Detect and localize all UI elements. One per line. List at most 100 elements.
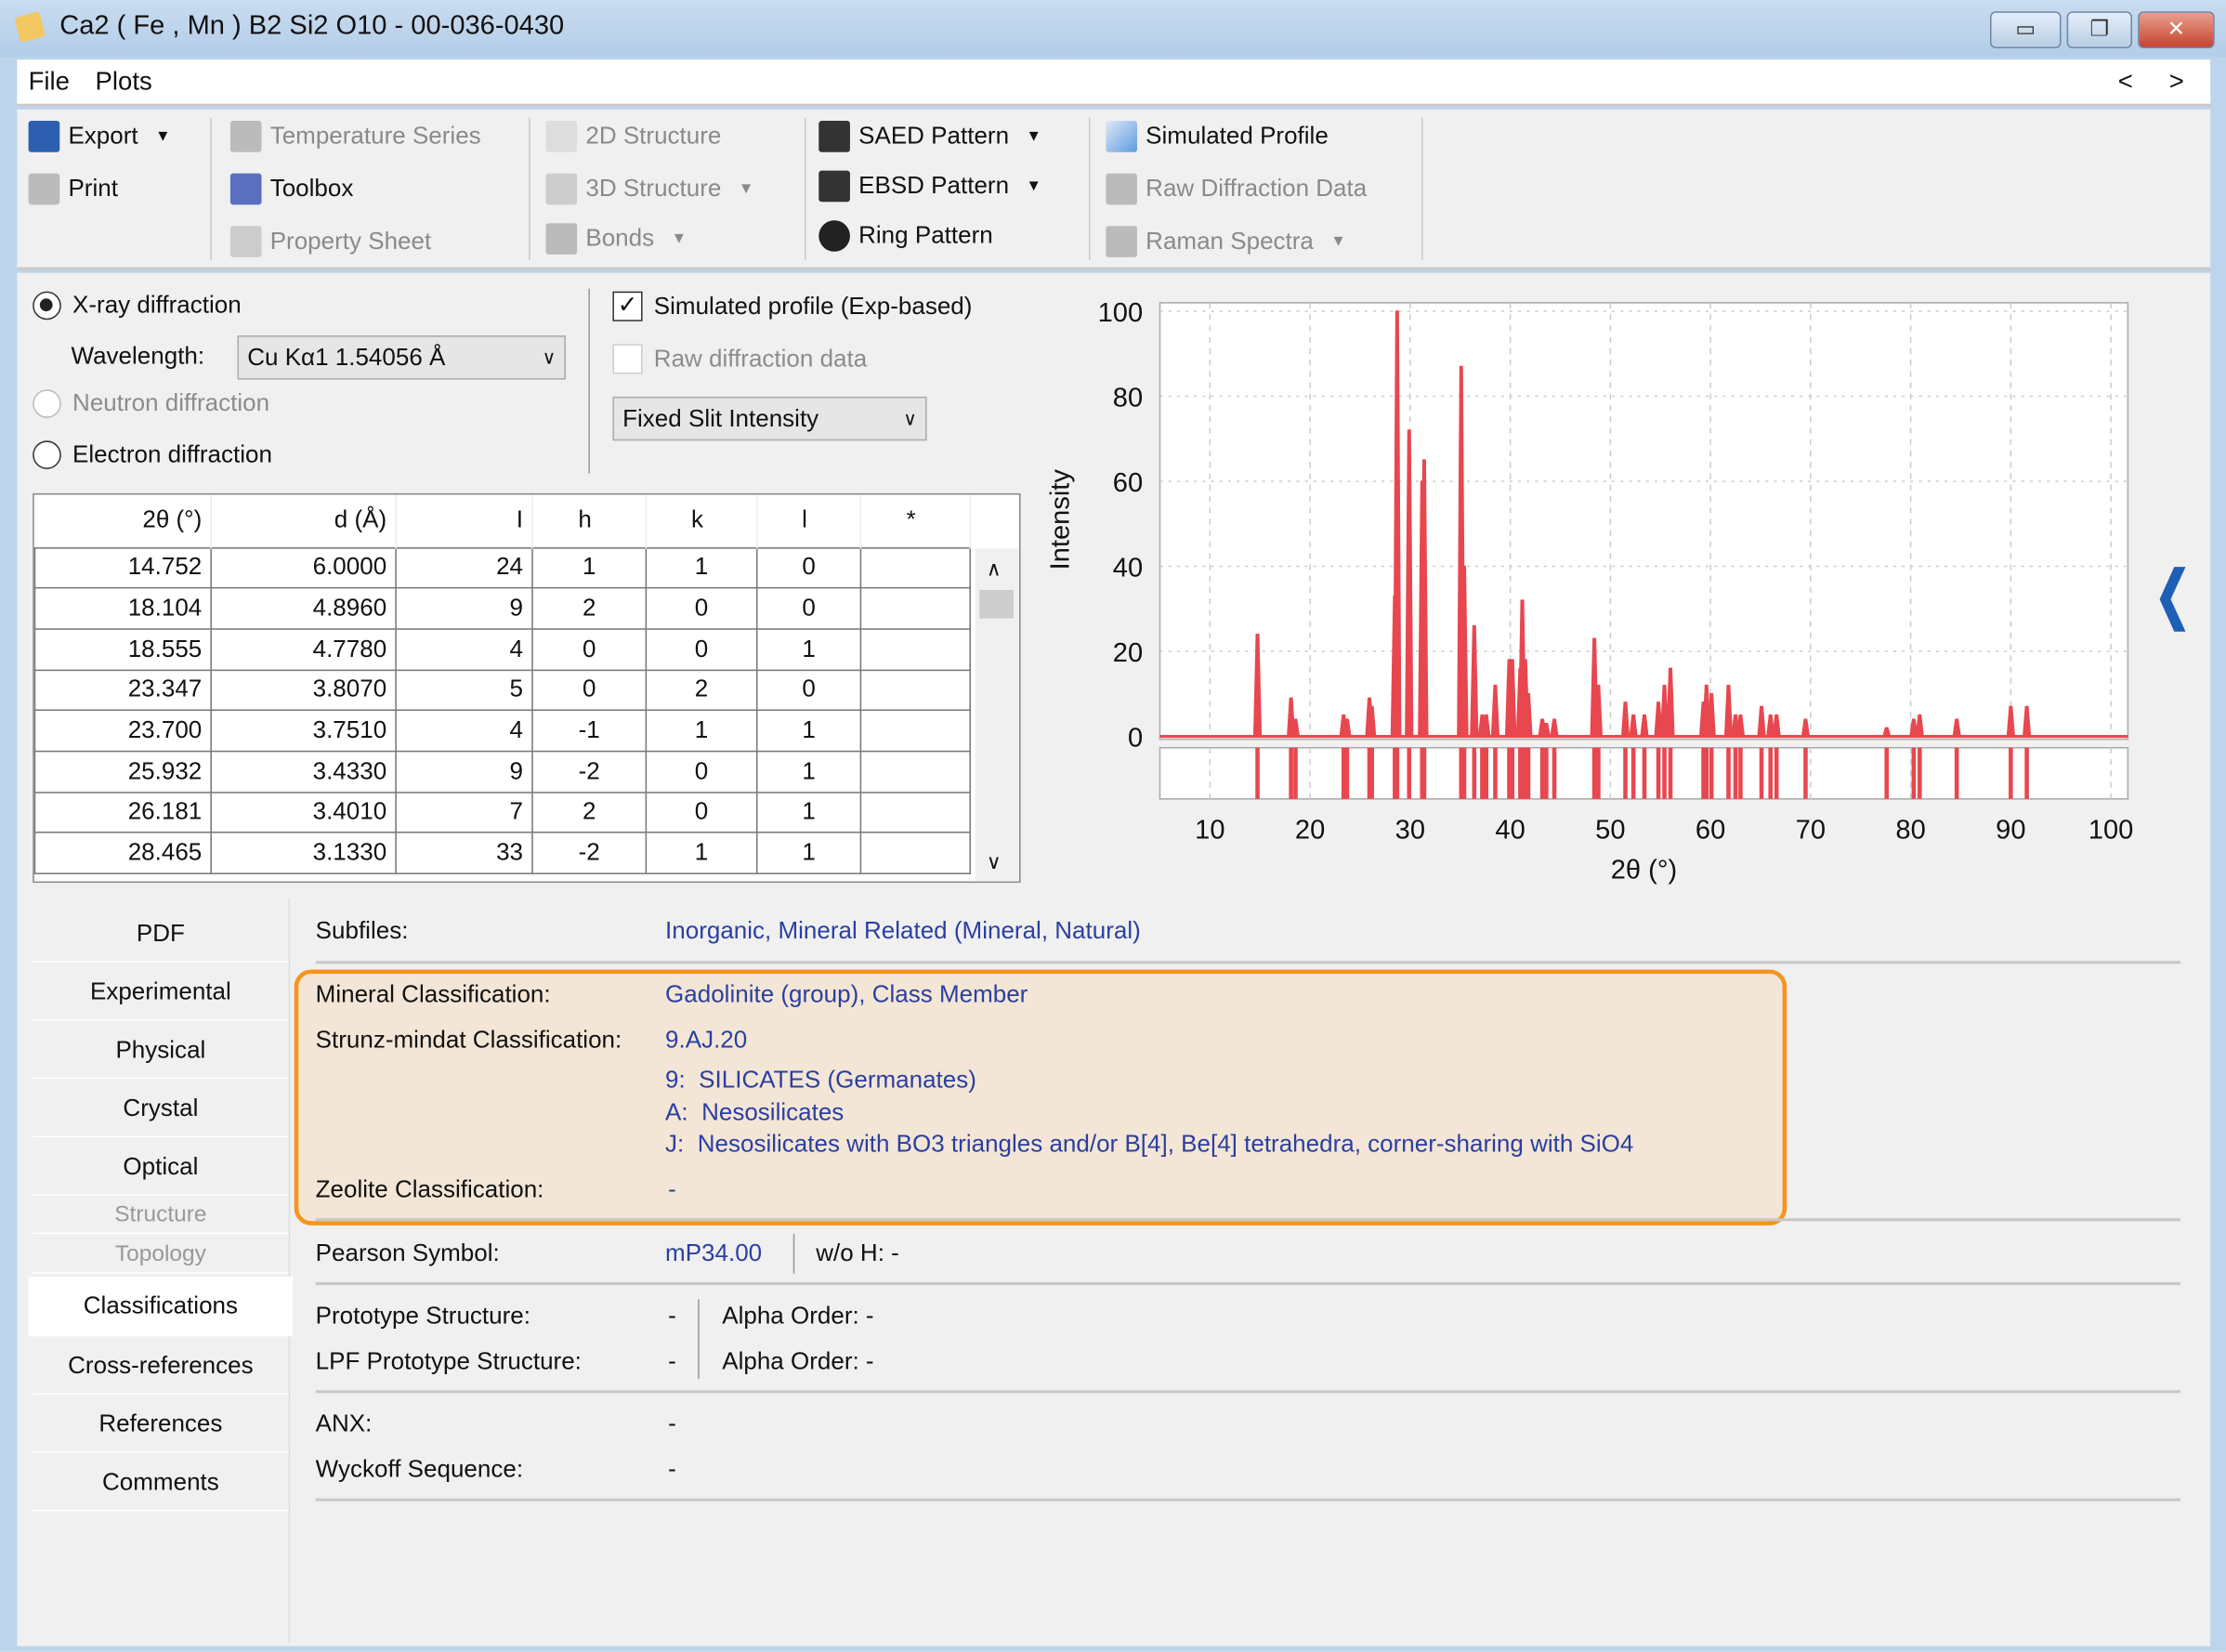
mineral-classification-value[interactable]: Gadolinite (group), Class Member bbox=[665, 981, 1028, 1010]
tab-topology[interactable]: Topology bbox=[33, 1237, 289, 1274]
table-row[interactable]: 18.104 4.8960 9 2 0 0 bbox=[33, 587, 971, 630]
column-header[interactable]: I bbox=[396, 494, 533, 548]
table-cell bbox=[859, 668, 971, 712]
document-icon bbox=[229, 121, 262, 152]
intensity-mode-value: Fixed Slit Intensity bbox=[622, 404, 819, 432]
electron-radio[interactable]: Electron diffraction bbox=[33, 440, 272, 469]
table-cell: 1 bbox=[755, 750, 862, 793]
bonds-icon bbox=[545, 223, 578, 255]
tab-cross-references[interactable]: Cross-references bbox=[33, 1337, 289, 1395]
subfiles-label: Subfiles: bbox=[315, 916, 409, 944]
tab-structure[interactable]: Structure bbox=[33, 1197, 289, 1235]
xray-radio[interactable]: X-ray diffraction bbox=[33, 291, 242, 321]
table-cell: 14.752 bbox=[33, 546, 212, 589]
table-cell: 0 bbox=[531, 668, 648, 712]
tab-optical[interactable]: Optical bbox=[33, 1138, 289, 1196]
tab-physical[interactable]: Physical bbox=[33, 1022, 289, 1080]
x-tick-label: 10 bbox=[1195, 816, 1224, 846]
maximize-button[interactable]: ❐ bbox=[2066, 11, 2132, 49]
toolbox-button[interactable]: Toolbox bbox=[229, 173, 353, 205]
raman-spectra-button[interactable]: Raman Spectra ▼ bbox=[1106, 226, 1346, 257]
ring-pattern-button[interactable]: Ring Pattern bbox=[818, 220, 993, 252]
ebsd-pattern-button[interactable]: EBSD Pattern ▼ bbox=[818, 170, 1041, 203]
table-cell bbox=[859, 628, 971, 671]
raw-data-label: Raw diffraction data bbox=[653, 345, 868, 373]
column-header[interactable]: * bbox=[860, 494, 971, 548]
intensity-mode-select[interactable]: Fixed Slit Intensity ∨ bbox=[612, 396, 927, 441]
table-cell: 1 bbox=[755, 628, 862, 671]
table-cell bbox=[859, 832, 971, 874]
prev-button[interactable]: < bbox=[2118, 67, 2133, 97]
tab-references[interactable]: References bbox=[33, 1396, 289, 1453]
table-row[interactable]: 14.752 6.0000 24 1 1 0 bbox=[33, 546, 971, 589]
3d-structure-button[interactable]: 3D Structure ▼ bbox=[545, 173, 753, 205]
simulated-profile-button[interactable]: Simulated Profile bbox=[1106, 121, 1329, 152]
table-cell: 24 bbox=[395, 546, 533, 589]
column-header[interactable]: d (Å) bbox=[211, 494, 397, 548]
menu-file[interactable]: File bbox=[29, 67, 70, 97]
saed-icon bbox=[818, 121, 850, 152]
divider bbox=[588, 288, 590, 474]
table-cell: 0 bbox=[755, 546, 862, 589]
minimize-button[interactable]: ▭ bbox=[1990, 11, 2062, 49]
sheet-icon bbox=[229, 226, 262, 257]
table-row[interactable]: 18.555 4.7780 4 0 0 1 bbox=[33, 628, 971, 671]
zeolite-value: - bbox=[668, 1175, 676, 1203]
table-row[interactable]: 23.347 3.8070 5 0 2 0 bbox=[33, 668, 971, 712]
table-cell: 23.347 bbox=[33, 668, 212, 712]
wavelength-select[interactable]: Cu Kα1 1.54056 Å ∨ bbox=[237, 335, 566, 380]
raw-data-checkbox[interactable]: Raw diffraction data bbox=[612, 344, 867, 374]
tab-crystal[interactable]: Crystal bbox=[33, 1080, 289, 1137]
prototype-label: Prototype Structure: bbox=[315, 1302, 530, 1330]
column-header[interactable]: k bbox=[646, 494, 758, 548]
tab-pdf[interactable]: PDF bbox=[33, 905, 289, 963]
bonds-button[interactable]: Bonds ▼ bbox=[545, 223, 687, 255]
table-cell: 1 bbox=[755, 709, 862, 753]
column-header[interactable]: l bbox=[756, 494, 862, 548]
table-row[interactable]: 28.465 3.1330 33 -2 1 1 bbox=[33, 832, 971, 874]
plot-area bbox=[1159, 302, 2129, 741]
table-cell: 0 bbox=[645, 587, 758, 630]
window-title: Ca2 ( Fe , Mn ) B2 Si2 O10 - 00-036-0430 bbox=[59, 11, 565, 42]
raw-diffraction-button[interactable]: Raw Diffraction Data bbox=[1106, 173, 1367, 205]
chevron-down-icon: ▼ bbox=[1026, 127, 1042, 146]
table-row[interactable]: 26.181 3.4010 7 2 0 1 bbox=[33, 791, 971, 834]
scroll-down-icon[interactable]: ∨ bbox=[987, 850, 1002, 874]
save-icon bbox=[28, 121, 60, 152]
temperature-series-button[interactable]: Temperature Series bbox=[229, 121, 481, 152]
menu-plots[interactable]: Plots bbox=[96, 67, 152, 97]
strunz-class-line: 9: SILICATES (Germanates) bbox=[665, 1066, 976, 1094]
chart-icon bbox=[1106, 173, 1137, 205]
export-button[interactable]: Export ▼ bbox=[28, 121, 171, 152]
y-tick-label: 60 bbox=[1113, 468, 1143, 498]
x-tick-label: 70 bbox=[1796, 816, 1826, 846]
table-cell: 0 bbox=[755, 668, 862, 712]
table-cell: 3.1330 bbox=[210, 832, 397, 874]
chevron-down-icon: ∨ bbox=[903, 407, 917, 429]
simulated-profile-checkbox[interactable]: ✓ Simulated profile (Exp-based) bbox=[612, 291, 972, 321]
saed-pattern-button[interactable]: SAED Pattern ▼ bbox=[818, 121, 1041, 152]
2d-structure-button[interactable]: 2D Structure bbox=[545, 121, 721, 152]
scroll-up-icon[interactable]: ∧ bbox=[987, 557, 1002, 582]
tab-experimental[interactable]: Experimental bbox=[33, 964, 289, 1021]
tab-classifications[interactable]: Classifications bbox=[28, 1276, 294, 1337]
collapse-chevron-left-icon[interactable]: ❮ bbox=[2154, 558, 2191, 631]
neutron-radio[interactable]: Neutron diffraction bbox=[33, 389, 269, 418]
print-button[interactable]: Print bbox=[28, 173, 118, 205]
close-button[interactable]: ✕ bbox=[2138, 11, 2215, 49]
table-row[interactable]: 25.932 3.4330 9 -2 0 1 bbox=[33, 750, 971, 793]
next-button[interactable]: > bbox=[2169, 67, 2184, 97]
property-sheet-button[interactable]: Property Sheet bbox=[229, 226, 431, 257]
tab-comments[interactable]: Comments bbox=[33, 1454, 289, 1512]
scroll-thumb[interactable] bbox=[979, 589, 1014, 619]
printer-icon bbox=[28, 173, 60, 205]
column-header[interactable]: 2θ (°) bbox=[34, 494, 212, 548]
table-cell: 9 bbox=[395, 750, 533, 793]
table-scrollbar[interactable]: ∧ ∨ bbox=[975, 548, 1020, 882]
column-header[interactable]: h bbox=[531, 494, 648, 548]
x-tick-label: 50 bbox=[1595, 816, 1625, 846]
table-row[interactable]: 23.700 3.7510 4 -1 1 1 bbox=[33, 709, 971, 753]
pearson-label: Pearson Symbol: bbox=[315, 1239, 500, 1267]
3d-structure-label: 3D Structure bbox=[585, 175, 722, 203]
strunz-family-line: J: Nesosilicates with BO3 triangles and/… bbox=[665, 1130, 1634, 1158]
